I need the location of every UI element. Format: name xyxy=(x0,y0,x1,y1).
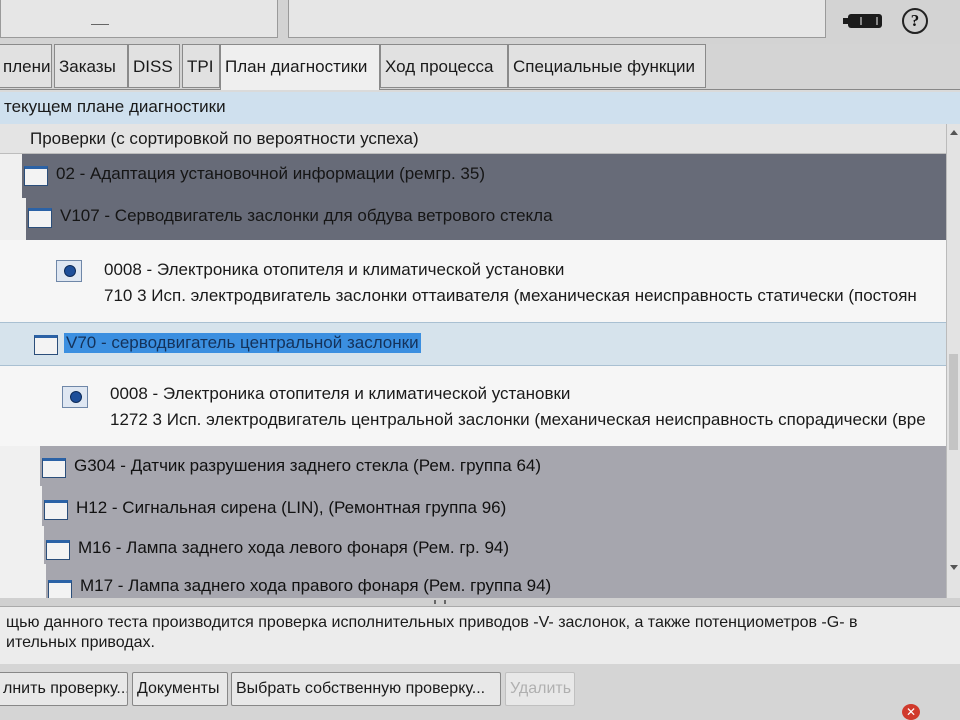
description-line: ительных приводах. xyxy=(6,634,155,651)
header-icons: ? xyxy=(840,6,950,36)
tab-settings[interactable]: пления xyxy=(0,44,52,88)
column-header: Проверки (с сортировкой по вероятности у… xyxy=(0,124,948,154)
description-line: щью данного теста производится проверка … xyxy=(6,614,858,631)
usb-icon[interactable] xyxy=(843,14,882,28)
scroll-down-icon[interactable] xyxy=(950,565,958,570)
list-item-label: H12 - Сигнальная сирена (LIN), (Ремонтна… xyxy=(76,498,507,517)
header-field-left xyxy=(0,0,278,38)
help-icon[interactable]: ? xyxy=(902,8,928,34)
checkbox[interactable] xyxy=(42,458,66,478)
checkbox[interactable] xyxy=(24,166,48,186)
scroll-thumb[interactable] xyxy=(949,354,958,450)
checkbox[interactable] xyxy=(48,580,72,598)
choose-own-test-button[interactable]: Выбрать собственную проверку... xyxy=(231,672,501,706)
list-item-title: 0008 - Электроника отопителя и климатиче… xyxy=(110,384,571,403)
run-test-button[interactable]: лнить проверку... xyxy=(0,672,128,706)
tab-diagnostic-plan[interactable]: План диагностики xyxy=(220,44,380,90)
list-item-label: V70 - серводвигатель центральной заслонк… xyxy=(64,333,421,353)
test-list: Проверки (с сортировкой по вероятности у… xyxy=(0,124,960,598)
tab-bar: пления Заказы DISS TPI План диагностики … xyxy=(0,44,960,90)
tab-special-functions[interactable]: Специальные функции xyxy=(508,44,706,88)
tab-tpi[interactable]: TPI xyxy=(182,44,220,88)
list-item-selected[interactable]: V70 - серводвигатель центральной заслонк… xyxy=(0,322,948,366)
tab-orders[interactable]: Заказы xyxy=(54,44,128,88)
list-item-label: M17 - Лампа заднего хода правого фонаря … xyxy=(80,576,552,595)
checkbox[interactable] xyxy=(44,500,68,520)
list-item-label: M16 - Лампа заднего хода левого фонаря (… xyxy=(78,538,510,557)
scroll-up-icon[interactable] xyxy=(950,130,958,135)
header-field-center xyxy=(288,0,826,38)
button-bar: лнить проверку... Документы Выбрать собс… xyxy=(0,664,960,720)
list-item[interactable]: M16 - Лампа заднего хода левого фонаря (… xyxy=(44,526,948,564)
checkbox[interactable] xyxy=(34,335,58,355)
list-item-label: V107 - Серводвигатель заслонки для обдув… xyxy=(60,206,553,225)
pane-splitter[interactable] xyxy=(0,598,960,606)
tab-process[interactable]: Ход процесса xyxy=(380,44,508,88)
tab-diss[interactable]: DISS xyxy=(128,44,180,88)
list-item-label: G304 - Датчик разрушения заднего стекла … xyxy=(74,456,542,475)
info-icon xyxy=(56,260,82,282)
top-header: ? xyxy=(0,0,960,44)
list-item-detail: 1272 3 Исп. электродвигатель центральной… xyxy=(110,410,926,429)
list-item-title: 0008 - Электроника отопителя и климатиче… xyxy=(104,260,565,279)
info-icon xyxy=(62,386,88,408)
test-description: щью данного теста производится проверка … xyxy=(0,606,960,664)
list-item[interactable]: H12 - Сигнальная сирена (LIN), (Ремонтна… xyxy=(42,486,948,526)
list-item-detail: 710 3 Исп. электродвигатель заслонки отт… xyxy=(104,286,917,305)
delete-button[interactable]: Удалить xyxy=(505,672,575,706)
list-item-label: 02 - Адаптация установочной информации (… xyxy=(56,164,485,183)
list-item[interactable]: V107 - Серводвигатель заслонки для обдув… xyxy=(26,198,948,240)
checkbox[interactable] xyxy=(46,540,70,560)
list-item[interactable]: G304 - Датчик разрушения заднего стекла … xyxy=(40,446,948,486)
vertical-scrollbar[interactable] xyxy=(946,124,960,598)
section-title: текущем плане диагностики xyxy=(0,92,960,124)
list-item[interactable]: 02 - Адаптация установочной информации (… xyxy=(22,154,948,198)
documents-button[interactable]: Документы xyxy=(132,672,228,706)
list-item[interactable]: M17 - Лампа заднего хода правого фонаря … xyxy=(46,564,948,598)
list-item[interactable]: 0008 - Электроника отопителя и климатиче… xyxy=(0,240,948,322)
list-item[interactable]: 0008 - Электроника отопителя и климатиче… xyxy=(0,366,948,446)
close-icon[interactable]: ✕ xyxy=(902,704,920,720)
checkbox[interactable] xyxy=(28,208,52,228)
